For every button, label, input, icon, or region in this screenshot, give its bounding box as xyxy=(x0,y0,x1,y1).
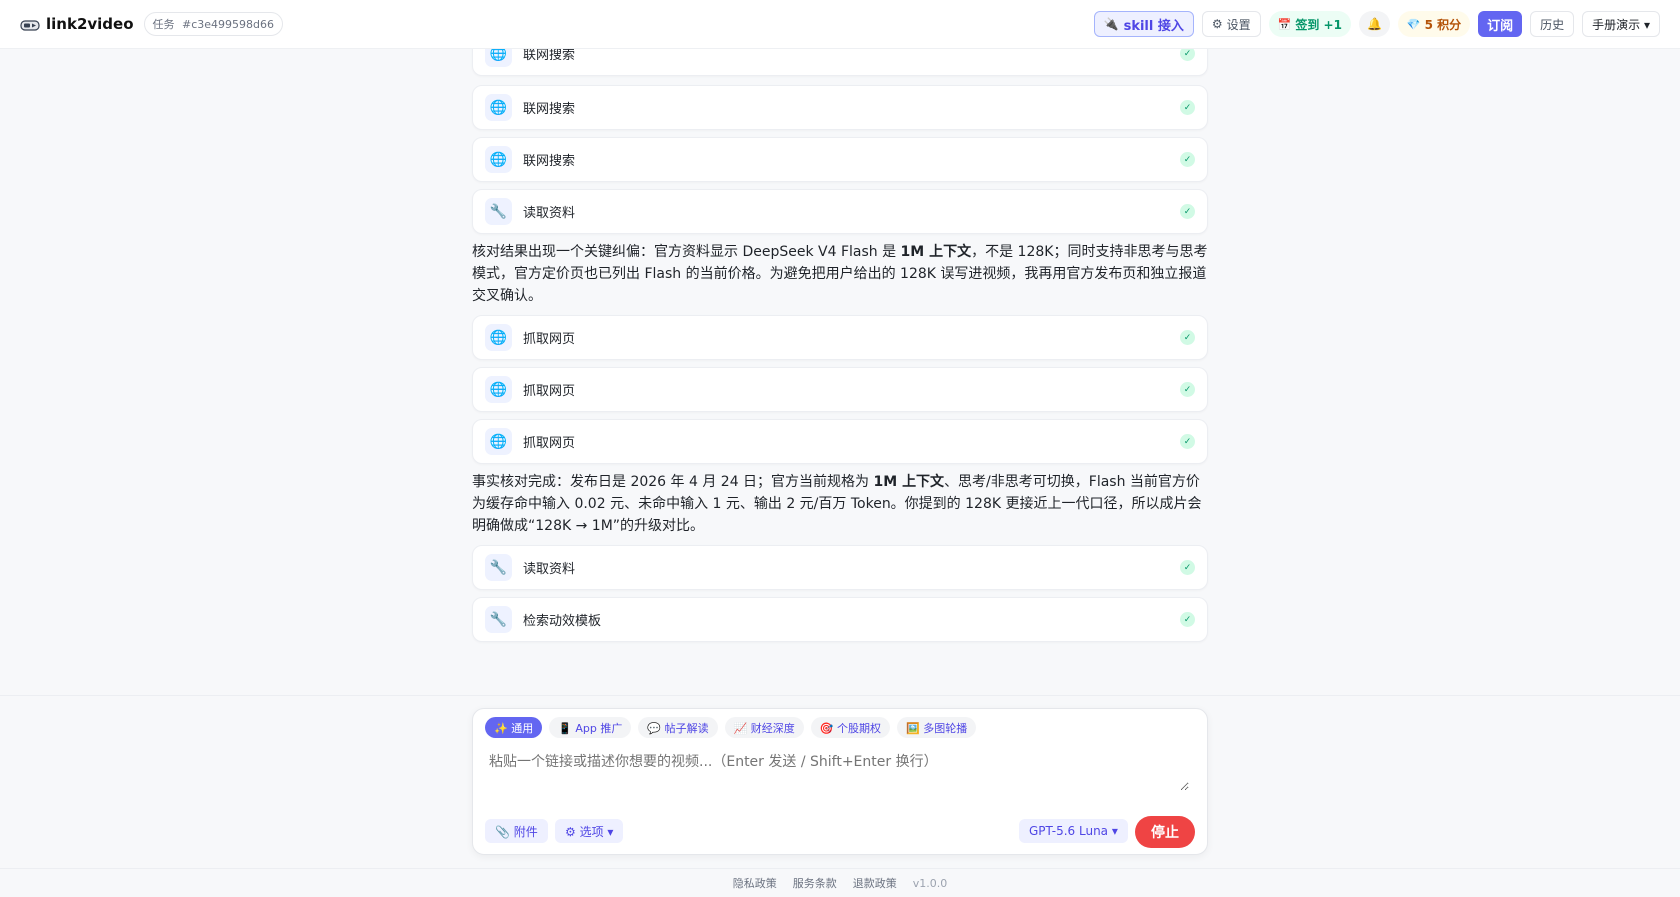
points-label: 5 积分 xyxy=(1424,17,1462,32)
message-text: 事实核对完成：发布日是 2026 年 4 月 24 日；官方当前规格为 xyxy=(472,474,874,490)
stop-button[interactable]: 停止 xyxy=(1135,816,1195,848)
mode-tab-app-promo[interactable]: 📱 App 推广 xyxy=(549,717,632,738)
check-icon: ✓ xyxy=(1180,330,1195,345)
check-icon: ✓ xyxy=(1180,152,1195,167)
header-actions: 🔌 skill 接入 ⚙ 设置 📅 签到 +1 🔔 💎 5 积分 订阅 历史 手… xyxy=(1093,11,1660,37)
globe-icon: 🌐 xyxy=(485,146,512,173)
attach-button[interactable]: 📎 附件 xyxy=(485,819,548,843)
refund-link[interactable]: 退款政策 xyxy=(853,875,897,891)
tool-call-card[interactable]: 🌐 抓取网页 ✓ xyxy=(472,367,1208,412)
checkin-button[interactable]: 📅 签到 +1 xyxy=(1268,11,1351,37)
mode-tab-finance-deep[interactable]: 📈 财经深度 xyxy=(724,717,804,738)
app-name[interactable]: link2video xyxy=(46,15,134,33)
skill-label: skill 接入 xyxy=(1123,18,1184,34)
gem-icon: 💎 xyxy=(1406,17,1421,31)
checkin-label: 签到 +1 xyxy=(1295,17,1342,32)
composer: ✨ 通用 📱 App 推广 💬 帖子解读 📈 财经深度 🎯 个股期权 🖼️ 多图… xyxy=(472,708,1208,855)
manual-demo-dropdown[interactable]: 手册演示 ▾ xyxy=(1582,11,1660,37)
terms-link[interactable]: 服务条款 xyxy=(793,875,837,891)
tool-call-card[interactable]: 🌐 抓取网页 ✓ xyxy=(472,419,1208,464)
bell-icon: 🔔 xyxy=(1366,17,1382,31)
globe-icon: 🌐 xyxy=(485,428,512,455)
top-header: link2video 任务 #c3e499598d66 🔌 skill 接入 ⚙… xyxy=(0,0,1680,49)
message-text: 核对结果出现一个关键纠偏：官方资料显示 DeepSeek V4 Flash 是 xyxy=(472,244,901,260)
assistant-message: 核对结果出现一个关键纠偏：官方资料显示 DeepSeek V4 Flash 是 … xyxy=(472,241,1208,307)
tool-call-card[interactable]: 🔧 检索动效模板 ✓ xyxy=(472,597,1208,642)
message-bold: 1M 上下文 xyxy=(873,474,945,490)
calendar-icon: 📅 xyxy=(1277,17,1292,31)
assistant-message: 事实核对完成：发布日是 2026 年 4 月 24 日；官方当前规格为 1M 上… xyxy=(472,471,1208,537)
check-icon: ✓ xyxy=(1180,434,1195,449)
check-icon: ✓ xyxy=(1180,204,1195,219)
version-label: v1.0.0 xyxy=(912,876,948,890)
check-icon: ✓ xyxy=(1180,100,1195,115)
settings-button[interactable]: ⚙ 设置 xyxy=(1201,11,1261,37)
mode-tabs: ✨ 通用 📱 App 推广 💬 帖子解读 📈 财经深度 🎯 个股期权 🖼️ 多图… xyxy=(485,717,977,738)
check-icon: ✓ xyxy=(1180,612,1195,627)
tool-label: 抓取网页 xyxy=(523,436,576,451)
history-button[interactable]: 历史 xyxy=(1530,11,1575,37)
skill-connect-button[interactable]: 🔌 skill 接入 xyxy=(1093,11,1194,37)
wrench-icon: 🔧 xyxy=(485,606,512,633)
logo-icon xyxy=(20,17,40,31)
gear-icon: ⚙ xyxy=(1211,17,1223,31)
task-id: #c3e499598d66 xyxy=(182,18,275,31)
tool-label: 读取资料 xyxy=(523,562,576,577)
prompt-input[interactable] xyxy=(489,751,1189,791)
globe-icon: 🌐 xyxy=(485,376,512,403)
globe-icon: 🌐 xyxy=(485,94,512,121)
wrench-icon: 🔧 xyxy=(485,198,512,225)
task-id-pill: 任务 #c3e499598d66 xyxy=(143,12,284,36)
options-dropdown[interactable]: ⚙ 选项 ▾ xyxy=(555,819,624,843)
tool-label: 读取资料 xyxy=(523,206,576,221)
tool-call-card[interactable]: 🌐 联网搜索 ✓ xyxy=(472,137,1208,182)
tool-label: 抓取网页 xyxy=(523,384,576,399)
mode-tab-stock-options[interactable]: 🎯 个股期权 xyxy=(810,717,890,738)
tool-label: 联网搜索 xyxy=(523,102,576,117)
mode-tab-post-interpret[interactable]: 💬 帖子解读 xyxy=(638,717,718,738)
wrench-icon: 🔧 xyxy=(485,554,512,581)
message-bold: 1M 上下文 xyxy=(900,244,972,260)
globe-icon: 🌐 xyxy=(485,324,512,351)
tool-label: 联网搜索 xyxy=(523,154,576,169)
tool-label: 抓取网页 xyxy=(523,332,576,347)
tool-call-card[interactable]: 🔧 读取资料 ✓ xyxy=(472,545,1208,590)
mode-tab-carousel[interactable]: 🖼️ 多图轮播 xyxy=(897,717,977,738)
task-label: 任务 xyxy=(152,18,175,31)
settings-label: 设置 xyxy=(1226,17,1251,32)
model-selector[interactable]: GPT-5.6 Luna ▾ xyxy=(1019,819,1128,843)
subscribe-button[interactable]: 订阅 xyxy=(1478,11,1523,37)
check-icon: ✓ xyxy=(1180,560,1195,575)
check-icon: ✓ xyxy=(1180,382,1195,397)
tool-call-card[interactable]: 🌐 联网搜索 ✓ xyxy=(472,85,1208,130)
tool-label: 检索动效模板 xyxy=(523,614,602,629)
privacy-link[interactable]: 隐私政策 xyxy=(733,875,777,891)
tool-call-card[interactable]: 🌐 抓取网页 ✓ xyxy=(472,315,1208,360)
plug-icon: 🔌 xyxy=(1103,17,1119,31)
footer: 隐私政策 服务条款 退款政策 v1.0.0 xyxy=(0,868,1680,897)
tool-call-card[interactable]: 🔧 读取资料 ✓ xyxy=(472,189,1208,234)
notification-button[interactable]: 🔔 xyxy=(1358,11,1390,37)
mode-tab-general[interactable]: ✨ 通用 xyxy=(485,717,543,738)
points-badge[interactable]: 💎 5 积分 xyxy=(1397,11,1471,37)
